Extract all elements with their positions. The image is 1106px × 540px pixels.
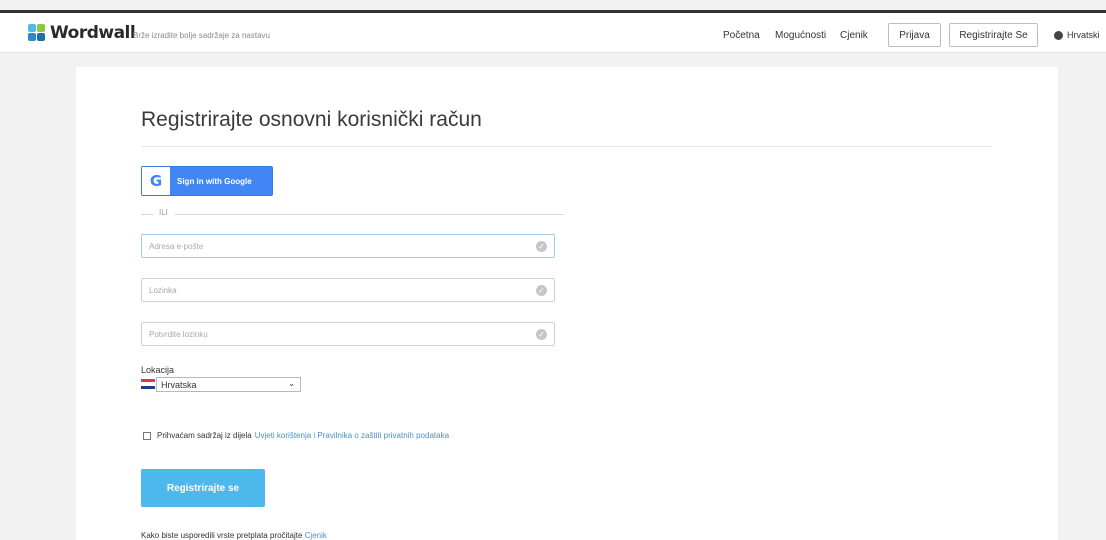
- check-circle-icon: ✓: [536, 241, 547, 252]
- google-button-label: Sign in with Google: [177, 176, 252, 186]
- language-label: Hrvatski: [1067, 30, 1100, 40]
- globe-icon: [1054, 30, 1063, 40]
- pricing-note-text: Kako biste usporedili vrste pretplata pr…: [141, 531, 303, 540]
- check-circle-icon: ✓: [536, 329, 547, 340]
- register-nav-button[interactable]: Registrirajte Se: [949, 23, 1038, 47]
- terms-row: Prihvaćam sadržaj iz dijela Uvjeti koriš…: [143, 431, 449, 440]
- site-header: Wordwall Brže izradite bolje sadržaje za…: [0, 13, 1106, 53]
- password-field[interactable]: Lozinka ✓: [141, 278, 555, 302]
- logo-mark-icon: [28, 24, 46, 42]
- nav-features-link[interactable]: Mogućnosti: [775, 30, 826, 41]
- register-submit-button[interactable]: Registrirajte se: [141, 469, 265, 507]
- language-selector[interactable]: Hrvatski: [1054, 30, 1100, 40]
- wordwall-logo[interactable]: Wordwall: [28, 23, 136, 43]
- google-sign-in-button[interactable]: G Sign in with Google: [141, 166, 273, 196]
- nav-home-link[interactable]: Početna: [723, 30, 760, 41]
- google-icon: G: [142, 167, 170, 195]
- location-label: Lokacija: [141, 365, 175, 375]
- logo-text: Wordwall: [50, 23, 136, 43]
- tagline: Brže izradite bolje sadržaje za nastavu: [133, 31, 270, 40]
- chevron-down-icon: ⌄: [288, 379, 295, 388]
- pricing-note: Kako biste usporedili vrste pretplata pr…: [141, 531, 327, 540]
- confirm-password-field[interactable]: Potvrdite lozinku ✓: [141, 322, 555, 346]
- terms-text: Prihvaćam sadržaj iz dijela: [157, 431, 252, 440]
- title-divider: [141, 146, 992, 147]
- confirm-password-placeholder: Potvrdite lozinku: [149, 330, 208, 339]
- login-button[interactable]: Prijava: [888, 23, 941, 47]
- nav-pricing-link[interactable]: Cjenik: [840, 30, 868, 41]
- email-field[interactable]: Adresa e-pošte ✓: [141, 234, 555, 258]
- password-placeholder: Lozinka: [149, 286, 177, 295]
- page-title: Registrirajte osnovni korisnički račun: [141, 108, 482, 131]
- location-select[interactable]: Hrvatska ⌄: [156, 377, 301, 392]
- terms-link[interactable]: Uvjeti korištenja i Pravilnika o zaštiti…: [255, 431, 449, 440]
- terms-checkbox[interactable]: [143, 431, 151, 440]
- or-separator-label: ILI: [159, 208, 168, 217]
- location-select-value: Hrvatska: [161, 379, 197, 390]
- pricing-note-link[interactable]: Cjenik: [305, 531, 327, 540]
- check-circle-icon: ✓: [536, 285, 547, 296]
- croatia-flag-icon: [141, 379, 155, 389]
- or-separator: ILI: [141, 208, 564, 220]
- email-placeholder: Adresa e-pošte: [149, 242, 204, 251]
